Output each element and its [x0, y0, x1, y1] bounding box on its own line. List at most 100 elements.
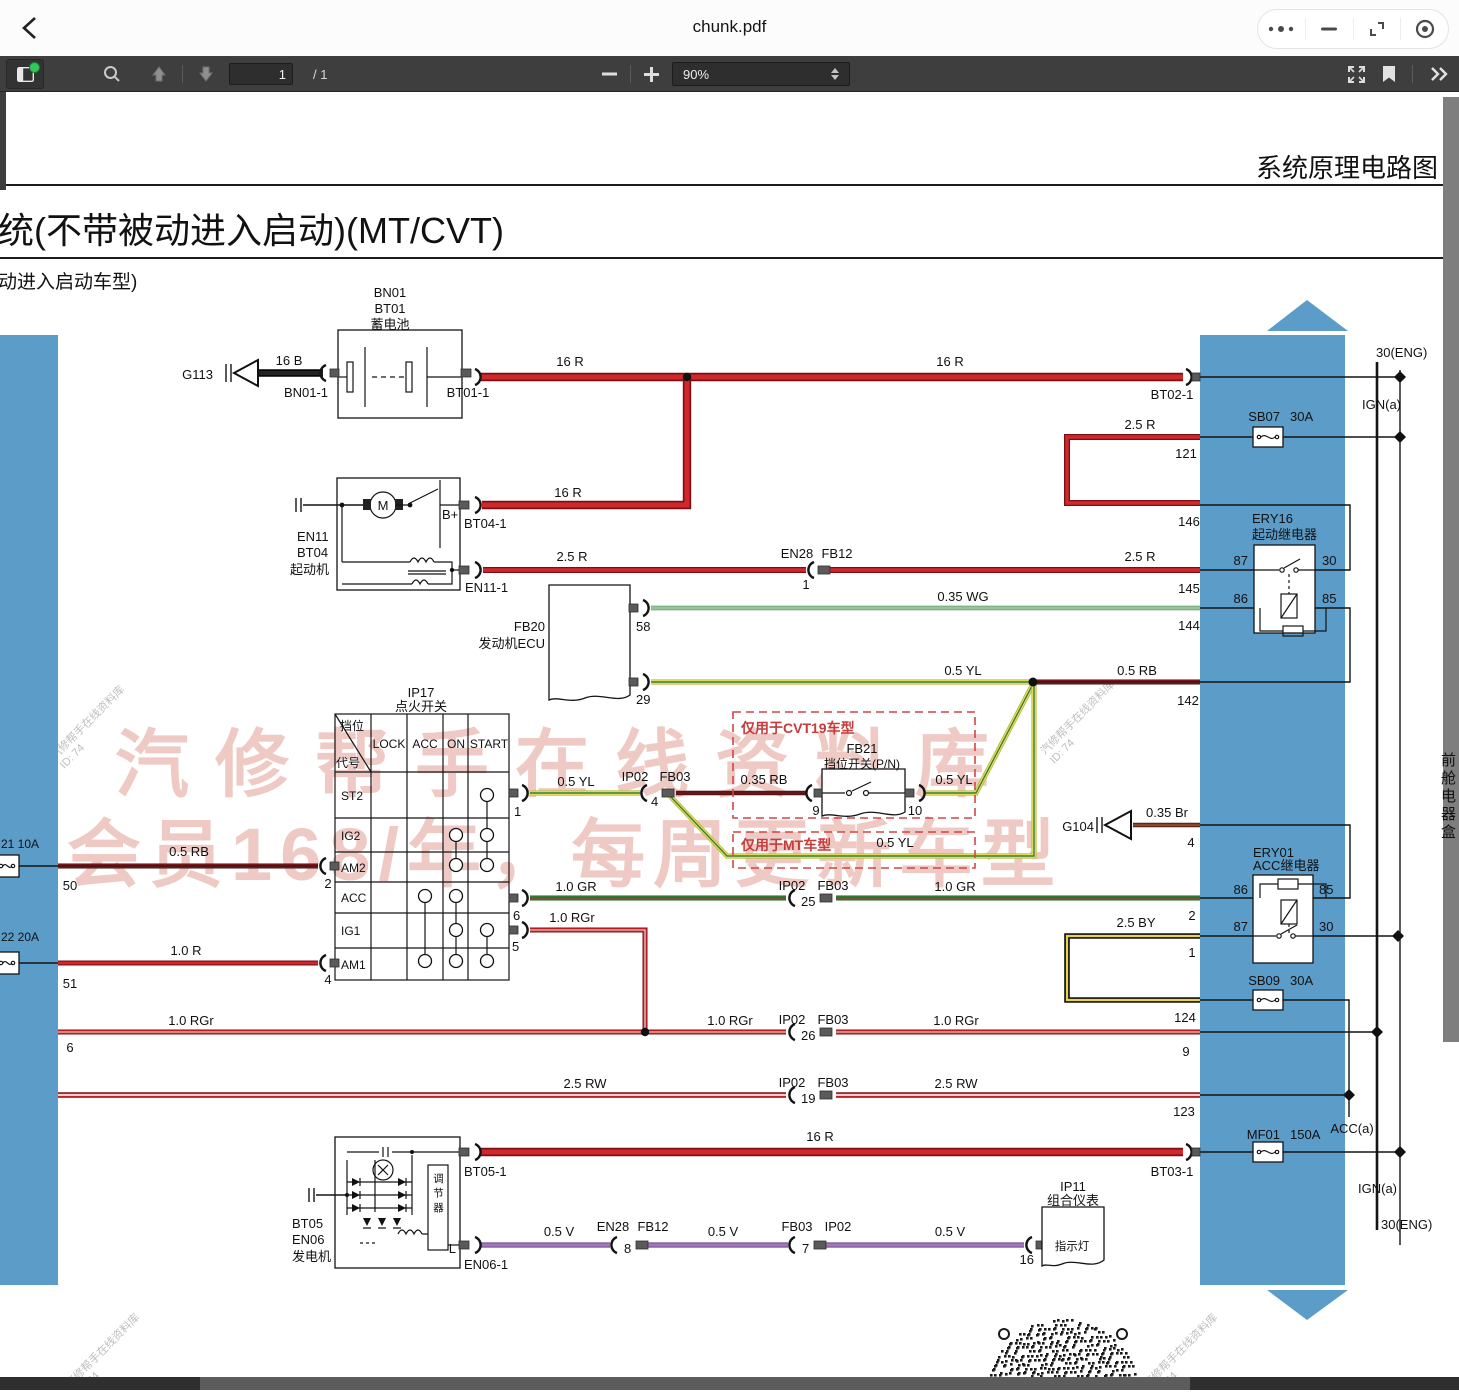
- search-icon[interactable]: [102, 64, 122, 84]
- diagram-label: 0.5 V: [708, 1224, 739, 1239]
- diagram-label: 点火开关: [395, 699, 447, 714]
- diagram-label: ACC: [412, 737, 438, 751]
- zoom-in-icon[interactable]: [644, 67, 659, 82]
- starter-component: M B+ EN11 BT04 起动机 BT04-1 EN11-1: [290, 478, 508, 595]
- diagram-label: 1.0 GR: [555, 879, 596, 894]
- fullscreen-icon[interactable]: [1347, 65, 1366, 84]
- sidebar-toggle-button[interactable]: [6, 59, 44, 89]
- diagram-label: 2.5 BY: [1116, 915, 1155, 930]
- diagram-label: 124: [1174, 1010, 1196, 1025]
- diagram-label: 6: [66, 1040, 73, 1055]
- diagram-label: 1.0 GR: [934, 879, 975, 894]
- page-edge: [0, 92, 6, 190]
- diagram-label: 2.5 R: [556, 549, 587, 564]
- connector-IP02-FB03-26: 1.0 RGr IP02 FB03 26 1.0 RGr: [707, 1012, 979, 1043]
- diagram-label: 16 R: [556, 354, 583, 369]
- diagram-label: 30A: [1290, 973, 1313, 988]
- diagram-label: 蓄电池: [370, 317, 409, 332]
- diagram-label: 2.5 R: [1124, 549, 1155, 564]
- diagram-label: 9: [1182, 1044, 1189, 1059]
- diagram-label: 86: [1234, 882, 1248, 897]
- page-number-input[interactable]: [229, 63, 293, 85]
- diagram-label: BT05-1: [464, 1164, 507, 1179]
- diagram-label: 87: [1234, 553, 1248, 568]
- diagram-label: 0.5 YL: [557, 774, 594, 789]
- diagram-label: ACC: [341, 891, 367, 905]
- indicator-circuit: 0.5 V EN28 FB12 8 0.5 V FB03 IP02 7 0.5 …: [544, 1179, 1104, 1267]
- diagram-label: IP02: [825, 1219, 852, 1234]
- horizontal-scrollbar-thumb[interactable]: [200, 1377, 1190, 1390]
- bookmark-icon[interactable]: [1382, 65, 1396, 83]
- diagram-label: IGN(a): [1362, 397, 1401, 412]
- page-title: 系统原理电路图: [1256, 153, 1438, 183]
- diagram-label: SB07: [1248, 409, 1280, 424]
- diagram-label: BT02-1: [1151, 387, 1194, 402]
- right-box-vertical-label: 前舱电器盒: [1437, 752, 1458, 842]
- previous-page-icon[interactable]: [150, 65, 168, 83]
- diagram-label: 30: [1322, 553, 1336, 568]
- alternator-component: L BT05 EN06 发电机 BT05-1 EN06-1: [292, 1137, 508, 1272]
- vertical-scrollbar-thumb[interactable]: [1443, 97, 1459, 1042]
- diagram-label: 1.0 R: [170, 943, 201, 958]
- diagram-label: ACC继电器: [1253, 858, 1319, 873]
- diagram-label: 0.5 YL: [935, 772, 972, 787]
- diagram-label: FB03: [817, 1075, 848, 1090]
- diagram-label: FB21: [846, 741, 877, 756]
- float-window-icon[interactable]: [1354, 17, 1401, 41]
- diagram-label: 7: [802, 1241, 809, 1256]
- diagram-label: 0.35 RB: [741, 772, 788, 787]
- diagram-label: 9: [812, 803, 819, 818]
- horizontal-scrollbar: [0, 1377, 1459, 1390]
- diagram-label: 1.0 RGr: [168, 1013, 214, 1028]
- arrow-down-icon: [1267, 1290, 1348, 1320]
- diagram-label: FB03: [659, 769, 690, 784]
- diagram-label: 21 10A: [1, 837, 39, 851]
- diagram-label: 10: [908, 803, 922, 818]
- page-total-label: / 1: [313, 67, 327, 82]
- diagram-label: IP02: [622, 769, 649, 784]
- diagram-label: 起动机: [290, 562, 329, 577]
- diagram-label: 30A: [1290, 409, 1313, 424]
- record-icon[interactable]: [1401, 17, 1448, 41]
- diagram-label: 仅用于MT车型: [740, 837, 831, 853]
- diagram-label: 6: [513, 908, 520, 923]
- diagram-label: 起动继电器: [1252, 527, 1317, 542]
- diagram-label: 指示灯: [1055, 1239, 1090, 1253]
- diagram-label: 50: [63, 878, 77, 893]
- diagram-label: IP17: [408, 685, 435, 700]
- app-titlebar: chunk.pdf: [0, 0, 1459, 56]
- diagram-label: BT04-1: [464, 516, 507, 531]
- diagram-label: 144: [1178, 618, 1200, 633]
- ground-G104: G104 0.35 Br 4: [1062, 805, 1194, 850]
- zoom-level-value: 90%: [683, 67, 709, 82]
- zoom-out-icon[interactable]: [602, 72, 617, 76]
- diagram-label: 150A: [1290, 1127, 1321, 1142]
- diagram-label: 4: [1187, 835, 1194, 850]
- diagram-label: 4: [324, 972, 331, 987]
- diagram-label: 0.5 YL: [944, 663, 981, 678]
- diagram-label: 5: [512, 939, 519, 954]
- diagram-label: 1.0 RGr: [707, 1013, 753, 1028]
- diagram-label: 1.0 RGr: [933, 1013, 979, 1028]
- diagram-label: EN28: [781, 546, 814, 561]
- more-tools-icon[interactable]: [1429, 66, 1449, 82]
- diagram-label: 0.35 Br: [1146, 805, 1189, 820]
- more-options-icon[interactable]: [1258, 17, 1305, 41]
- diagram-label: 85: [1322, 591, 1336, 606]
- diagram-label: 142: [1177, 693, 1199, 708]
- diagram-label: G113: [182, 367, 213, 382]
- diagram-label: ON: [447, 737, 465, 751]
- diagram-label: 146: [1178, 514, 1200, 529]
- zoom-select[interactable]: 90%: [672, 62, 850, 86]
- next-page-icon[interactable]: [197, 65, 215, 83]
- diagram-label: 0.5 YL: [876, 835, 913, 850]
- diagram-label: 123: [1173, 1104, 1195, 1119]
- diagram-label: IGN(a): [1358, 1181, 1397, 1196]
- diagram-label: 58: [636, 619, 650, 634]
- diagram-label: 0.5 V: [544, 1224, 575, 1239]
- document-title: chunk.pdf: [0, 17, 1459, 37]
- app-capsule: [1257, 9, 1449, 49]
- diagram-label: EN11-1: [465, 580, 508, 595]
- minimize-icon[interactable]: [1306, 17, 1353, 41]
- wire-1.0RGr: [58, 930, 1200, 1032]
